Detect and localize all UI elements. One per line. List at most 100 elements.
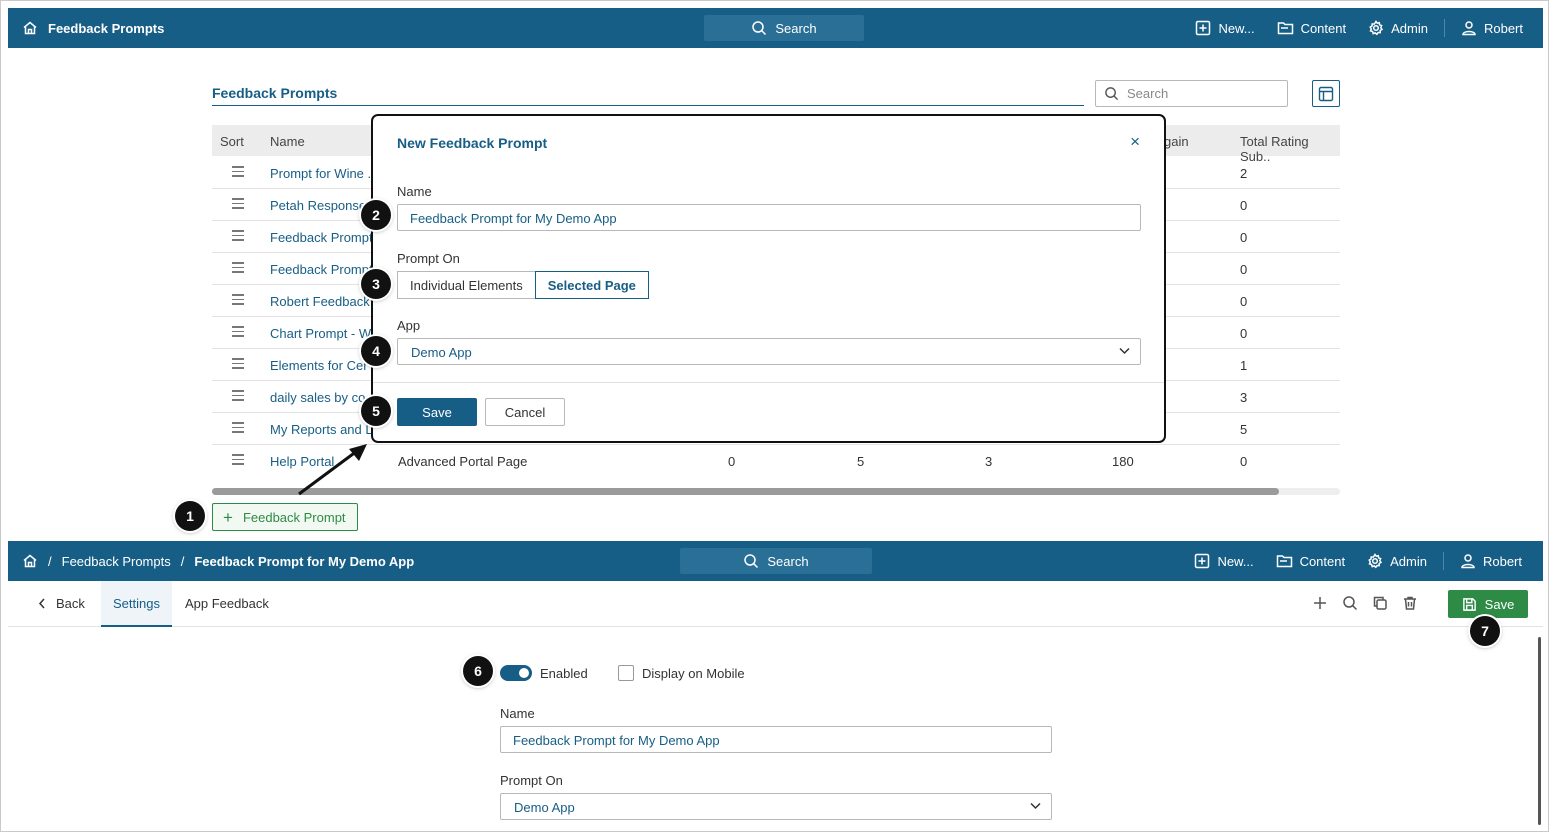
detail-name-label: Name (500, 706, 535, 721)
row-total: 0 (1240, 454, 1248, 469)
screenshot-root: Feedback Prompts Search New... Content A… (0, 0, 1549, 832)
add-feedback-prompt-button[interactable]: + Feedback Prompt (212, 503, 358, 531)
column-again[interactable]: gain (1164, 134, 1189, 149)
search-icon[interactable] (1342, 595, 1358, 611)
row-total: 2 (1240, 166, 1248, 181)
search-icon (751, 20, 767, 36)
folder-icon (1277, 20, 1294, 36)
list-search-input[interactable]: Search (1095, 80, 1288, 107)
display-on-mobile-checkbox[interactable] (618, 665, 634, 681)
content-menu[interactable]: Content (1276, 553, 1345, 569)
detail-nav-bar: / Feedback Prompts / Feedback Prompt for… (8, 541, 1543, 581)
user-icon (1461, 20, 1477, 36)
back-button[interactable]: Back (38, 596, 85, 611)
step-marker-2: 2 (361, 200, 391, 230)
row-name-link[interactable]: My Reports and D (270, 422, 375, 437)
breadcrumb-feedback-prompts[interactable]: Feedback Prompts (62, 554, 171, 569)
option-individual-elements[interactable]: Individual Elements (397, 271, 536, 299)
display-on-mobile-label: Display on Mobile (642, 666, 745, 681)
global-search-label: Search (767, 553, 809, 569)
user-menu[interactable]: Robert (1461, 20, 1523, 36)
tab-settings[interactable]: Settings (101, 581, 172, 627)
content-menu[interactable]: Content (1277, 20, 1346, 36)
home-icon[interactable] (22, 20, 38, 36)
add-icon[interactable] (1312, 595, 1328, 611)
detail-name-input[interactable]: Feedback Prompt for My Demo App (500, 726, 1052, 753)
breadcrumb-separator: / (48, 553, 52, 569)
home-icon[interactable] (22, 553, 38, 569)
admin-menu-label: Admin (1391, 20, 1428, 36)
step-marker-5: 5 (361, 396, 391, 426)
copy-icon[interactable] (1372, 595, 1388, 611)
drag-handle-icon[interactable] (232, 422, 244, 436)
drag-handle-icon[interactable] (232, 390, 244, 404)
enabled-toggle[interactable] (500, 665, 532, 681)
drag-handle-icon[interactable] (232, 326, 244, 340)
column-sort[interactable]: Sort (220, 134, 244, 149)
drag-handle-icon[interactable] (232, 262, 244, 276)
detail-toolbar: Back Settings App Feedback Save (8, 581, 1543, 627)
row-name-link[interactable]: Prompt for Wine ... (270, 166, 378, 181)
dialog-app-label: App (397, 318, 421, 333)
dialog-title: New Feedback Prompt (397, 135, 548, 151)
new-menu[interactable]: New... (1194, 553, 1254, 569)
toolbar-save-label: Save (1484, 596, 1515, 612)
step-marker-6: 6 (463, 656, 493, 686)
trash-icon[interactable] (1402, 595, 1418, 611)
admin-menu[interactable]: Admin (1367, 553, 1427, 569)
prompt-on-toggle-group: Individual Elements Selected Page (397, 271, 649, 299)
table-layout-button[interactable] (1312, 80, 1340, 107)
global-search-button[interactable]: Search (680, 548, 872, 574)
row-value: 5 (857, 454, 865, 469)
table-row[interactable]: Help Portal Advanced Portal Page 0 5 3 1… (212, 445, 1340, 477)
plus-icon: + (223, 507, 233, 527)
row-name-link[interactable]: Robert Feedback (270, 294, 370, 309)
drag-handle-icon[interactable] (232, 358, 244, 372)
top-nav-bar: Feedback Prompts Search New... Content A… (8, 8, 1543, 48)
column-name[interactable]: Name (270, 134, 305, 149)
close-icon[interactable]: × (1130, 132, 1140, 152)
drag-handle-icon[interactable] (232, 166, 244, 180)
add-button-label: Feedback Prompt (242, 509, 346, 525)
row-name-link[interactable]: Elements for Cer (270, 358, 368, 373)
tab-app-feedback[interactable]: App Feedback (173, 581, 281, 627)
row-total: 0 (1240, 262, 1248, 277)
vertical-scrollbar[interactable] (1538, 637, 1541, 825)
row-name-link[interactable]: Petah Response (270, 198, 366, 213)
step-marker-4: 4 (361, 336, 391, 366)
drag-handle-icon[interactable] (232, 294, 244, 308)
row-total: 3 (1240, 390, 1248, 405)
row-name-link[interactable]: Chart Prompt - W (270, 326, 371, 341)
dialog-cancel-button[interactable]: Cancel (485, 398, 565, 426)
dialog-name-input[interactable]: Feedback Prompt for My Demo App (397, 204, 1141, 231)
gear-icon (1367, 553, 1383, 569)
horizontal-scrollbar[interactable] (212, 488, 1340, 495)
floppy-disk-icon (1462, 597, 1477, 612)
chevron-down-icon (1030, 802, 1041, 810)
user-menu[interactable]: Robert (1460, 553, 1522, 569)
back-label: Back (56, 596, 85, 611)
folder-icon (1276, 553, 1293, 569)
chevron-down-icon (1119, 347, 1130, 355)
row-total: 5 (1240, 422, 1248, 437)
dialog-save-button[interactable]: Save (397, 398, 477, 426)
drag-handle-icon[interactable] (232, 230, 244, 244)
top-nav-left: Feedback Prompts (8, 20, 164, 36)
global-search-button[interactable]: Search (704, 15, 864, 41)
new-menu[interactable]: New... (1195, 20, 1255, 36)
detail-prompt-on-select[interactable]: Demo App (500, 793, 1052, 820)
toolbar-save-button[interactable]: Save (1448, 590, 1528, 618)
row-name-link[interactable]: daily sales by co (270, 390, 365, 405)
row-total: 0 (1240, 230, 1248, 245)
user-menu-label: Robert (1482, 553, 1522, 569)
drag-handle-icon[interactable] (232, 198, 244, 212)
row-name-link[interactable]: Feedback Prompt (270, 262, 373, 277)
option-selected-page[interactable]: Selected Page (534, 271, 649, 299)
row-value: 0 (728, 454, 736, 469)
row-name-link[interactable]: Feedback Prompt (270, 230, 373, 245)
drag-handle-icon[interactable] (232, 454, 244, 465)
admin-menu[interactable]: Admin (1368, 20, 1428, 36)
dialog-app-select[interactable]: Demo App (397, 338, 1141, 365)
chevron-left-icon (38, 598, 46, 609)
row-total: 1 (1240, 358, 1248, 373)
